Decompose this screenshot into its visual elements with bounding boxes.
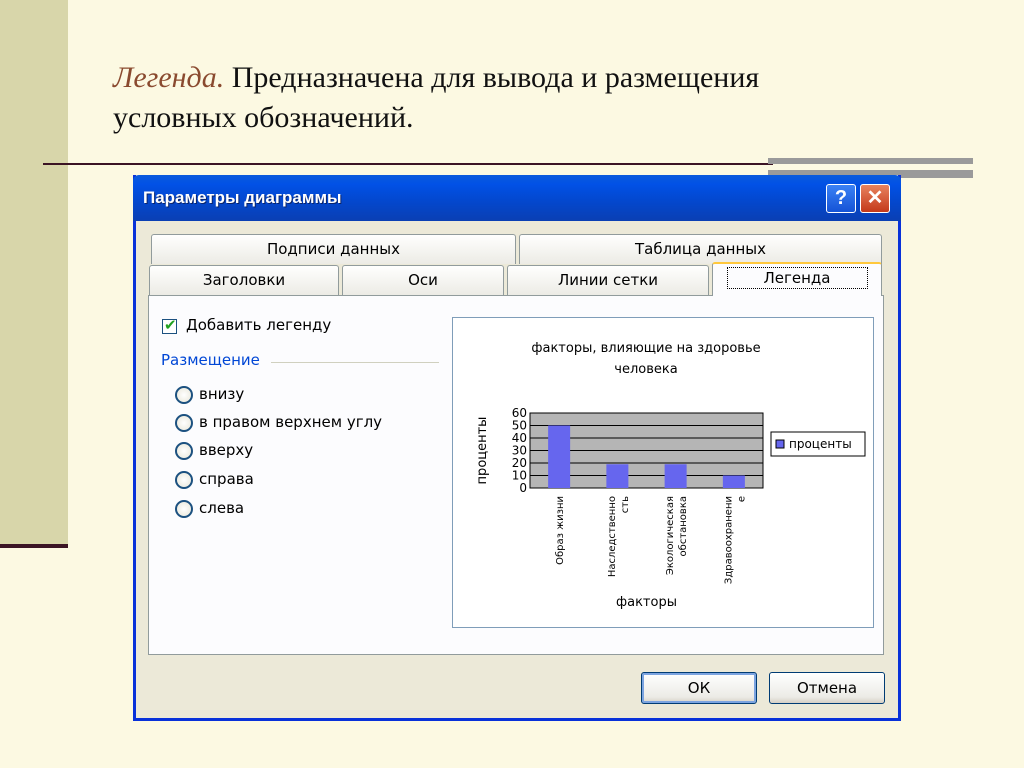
tab-data-table[interactable]: Таблица данных (519, 234, 882, 264)
y-tick-label: 30 (512, 444, 527, 458)
y-tick-label: 0 (519, 481, 527, 495)
x-tick-label: Здравоохранени (723, 496, 734, 584)
slide-text: Легенда. Предназначена для вывода и разм… (113, 58, 933, 138)
slide-left-rule (0, 544, 68, 548)
slide-left-strip (0, 0, 68, 545)
placement-group-title: Размещение (161, 351, 260, 369)
placement-left-radio[interactable] (175, 500, 193, 518)
placement-bottom-label[interactable]: внизу (199, 385, 244, 403)
dialog-titlebar[interactable]: Параметры диаграммы ? ✕ (133, 175, 901, 221)
placement-group-divider (271, 362, 439, 363)
placement-corner-label[interactable]: в правом верхнем углу (199, 413, 382, 431)
tab-gridlines[interactable]: Линии сетки (507, 265, 709, 295)
placement-bottom-radio[interactable] (175, 386, 193, 404)
checkmark-icon: ✔ (164, 316, 177, 334)
tab-titles[interactable]: Заголовки (149, 265, 339, 295)
x-tick-label: сть (620, 496, 631, 513)
chart-options-dialog: Параметры диаграммы ? ✕ Подписи данных Т… (133, 175, 901, 721)
chart-preview: факторы, влияющие на здоровье человека 0 10… (452, 317, 874, 628)
placement-left-label[interactable]: слева (199, 499, 244, 517)
y-tick-label: 40 (512, 431, 527, 445)
y-tick-label: 20 (512, 456, 527, 470)
placement-corner-radio[interactable] (175, 414, 193, 432)
bar (548, 425, 571, 488)
slide-description: Предназначена для вывода и размещения (224, 61, 760, 94)
slide-deco-bar (768, 158, 973, 164)
preview-chart: факторы, влияющие на здоровье человека 010… (475, 341, 866, 610)
placement-right-radio[interactable] (175, 471, 193, 489)
x-tick-label: е (736, 496, 747, 502)
x-tick-label: обстановка (678, 496, 689, 556)
placement-top-label[interactable]: вверху (199, 441, 253, 459)
tab-axes[interactable]: Оси (342, 265, 504, 295)
y-axis-label: проценты (475, 417, 490, 485)
legend-label: проценты (789, 437, 852, 451)
legend-tab-panel: ✔ Добавить легенду Размещение внизу в пр… (148, 295, 884, 655)
x-tick-label: Наследственно (607, 496, 618, 577)
slide-term: Легенда. (113, 61, 225, 94)
chart-title: факторы, влияющие на здоровье (531, 341, 760, 356)
add-legend-checkbox[interactable]: ✔ (162, 316, 177, 334)
y-tick-label: 60 (512, 406, 527, 420)
close-button[interactable]: ✕ (860, 184, 890, 213)
help-button[interactable]: ? (826, 184, 856, 213)
x-tick-label: Экологическая (665, 496, 676, 575)
x-tick-label: Образ жизни (555, 496, 566, 565)
tab-legend[interactable]: Легенда (712, 262, 882, 296)
bar (606, 464, 629, 488)
y-tick-label: 50 (512, 419, 527, 433)
slide-top-rule (43, 163, 773, 165)
legend-swatch (775, 439, 785, 449)
placement-right-label[interactable]: справа (199, 470, 254, 488)
add-legend-label[interactable]: Добавить легенду (186, 316, 331, 334)
y-tick-label: 10 (512, 469, 527, 483)
slide-description-2: условных обозначений. (113, 101, 414, 134)
dialog-title: Параметры диаграммы (143, 188, 342, 207)
cancel-button[interactable]: Отмена (769, 672, 885, 704)
tab-data-labels[interactable]: Подписи данных (151, 234, 516, 264)
x-axis-label: факторы (616, 595, 677, 610)
placement-top-radio[interactable] (175, 442, 193, 460)
chart-title: человека (614, 362, 677, 377)
ok-button[interactable]: ОК (641, 672, 757, 704)
bar (664, 464, 687, 488)
bar (722, 475, 745, 488)
